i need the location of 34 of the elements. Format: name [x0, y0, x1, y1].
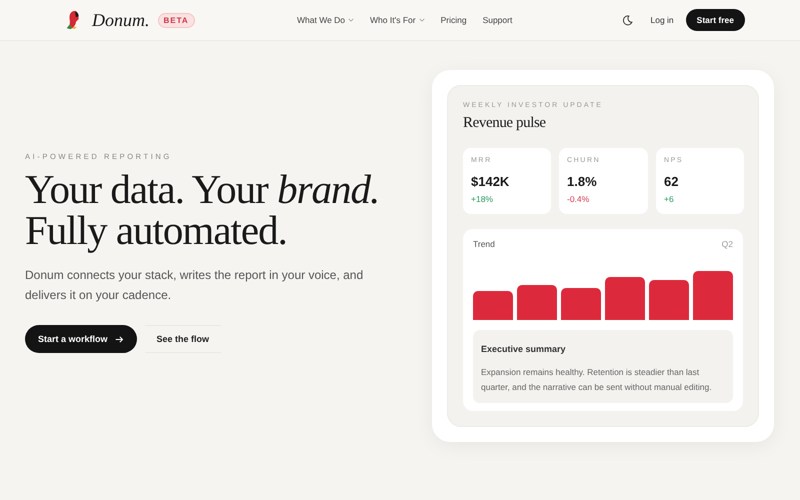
login-link[interactable]: Log in	[650, 15, 674, 25]
headline: Your data. Your brand.	[25, 169, 380, 210]
metric-change: -0.4%	[567, 194, 590, 204]
summary-text: Expansion remains healthy. Retention is steadier than last quarter, and the narrative can be sent without manual editing.	[481, 366, 713, 394]
trend-bar	[605, 276, 645, 320]
trend-bar	[693, 270, 733, 320]
nav-link[interactable]: What We Do	[297, 15, 354, 25]
nav-link[interactable]: Who It's For	[370, 15, 425, 25]
beta-badge: BETA	[158, 12, 195, 28]
trend-title: Trend	[473, 239, 495, 249]
nav-link[interactable]: Pricing	[440, 15, 467, 25]
summary-title: Executive summary	[481, 344, 566, 354]
nav-link[interactable]: Support	[482, 15, 512, 25]
period-label: Q2	[722, 239, 733, 249]
moon-icon[interactable]	[622, 14, 632, 26]
report-title: Revenue pulse	[463, 115, 547, 132]
trend-bar	[561, 288, 601, 320]
trend-bar	[649, 280, 689, 320]
chevron-down-icon	[348, 17, 354, 23]
metric-value: 1.8%	[567, 174, 598, 189]
start-free-button[interactable]: Start free	[686, 9, 745, 31]
headline: Fully automated.	[25, 210, 288, 251]
metric-value: $142K	[471, 174, 510, 189]
see-flow-button[interactable]: See the flow	[144, 325, 222, 353]
brand-name: Donum.	[92, 10, 150, 30]
metric-change: +18%	[471, 194, 494, 204]
start-workflow-button[interactable]: Start a workflow	[25, 325, 137, 353]
hero-description: Donum connects your stack, writes the report in your voice, and delivers it on your cadence.	[25, 267, 364, 304]
chevron-down-icon	[418, 17, 425, 23]
metric-change: +6	[664, 194, 675, 204]
arrow-right-icon	[114, 334, 124, 344]
trend-bar	[473, 291, 513, 320]
metric-value: 62	[664, 174, 680, 189]
trend-bar	[517, 284, 557, 320]
